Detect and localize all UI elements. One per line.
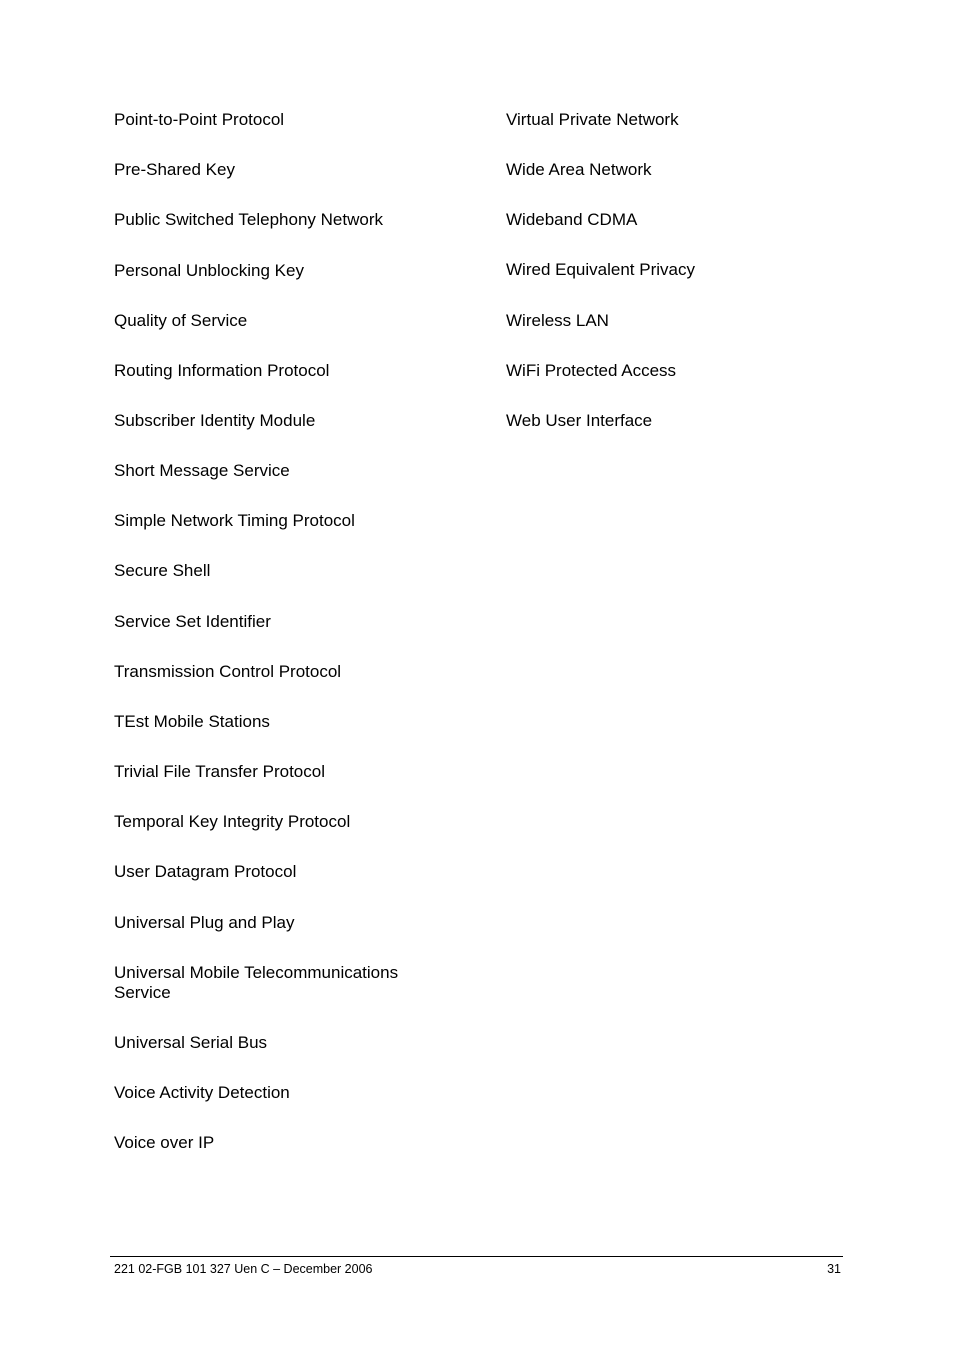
glossary-term: Pre-Shared Key <box>114 160 235 179</box>
glossary-term: Secure Shell <box>114 561 211 580</box>
glossary-term: Wired Equivalent Privacy <box>506 260 695 279</box>
glossary-term: Trivial File Transfer Protocol <box>114 762 325 781</box>
glossary-term: User Datagram Protocol <box>114 862 297 881</box>
glossary-term: Wideband CDMA <box>506 210 638 229</box>
footer-divider <box>110 1256 843 1257</box>
glossary-term: Simple Network Timing Protocol <box>114 511 355 530</box>
glossary-term: Subscriber Identity Module <box>114 411 316 430</box>
glossary-term: Virtual Private Network <box>506 110 679 129</box>
glossary-term: Quality of Service <box>114 311 248 330</box>
glossary-term: Short Message Service <box>114 461 290 480</box>
glossary-term: Web User Interface <box>506 411 653 430</box>
glossary-term: Universal Serial Bus <box>114 1033 268 1052</box>
glossary-term: Temporal Key Integrity Protocol <box>114 812 351 831</box>
glossary-term: TEst Mobile Stations <box>114 712 270 731</box>
glossary-term: Universal Plug and Play <box>114 913 295 932</box>
footer-document-id: 221 02-FGB 101 327 Uen C – December 2006 <box>114 1262 373 1276</box>
glossary-term: Wireless LAN <box>506 311 609 330</box>
glossary-term: Routing Information Protocol <box>114 361 330 380</box>
glossary-term: Public Switched Telephony Network <box>114 210 383 229</box>
glossary-term: Voice over IP <box>114 1133 215 1152</box>
glossary-term: WiFi Protected Access <box>506 361 677 380</box>
glossary-term: Voice Activity Detection <box>114 1083 290 1102</box>
footer-page-number: 31 <box>827 1262 841 1276</box>
glossary-term: Service Set Identifier <box>114 612 271 631</box>
glossary-term: Transmission Control Protocol <box>114 662 342 681</box>
glossary-term: Point-to-Point Protocol <box>114 110 285 129</box>
glossary-term: Universal Mobile Telecommunications Serv… <box>114 963 399 1002</box>
glossary-term: Personal Unblocking Key <box>114 261 304 280</box>
glossary-term: Wide Area Network <box>506 160 652 179</box>
